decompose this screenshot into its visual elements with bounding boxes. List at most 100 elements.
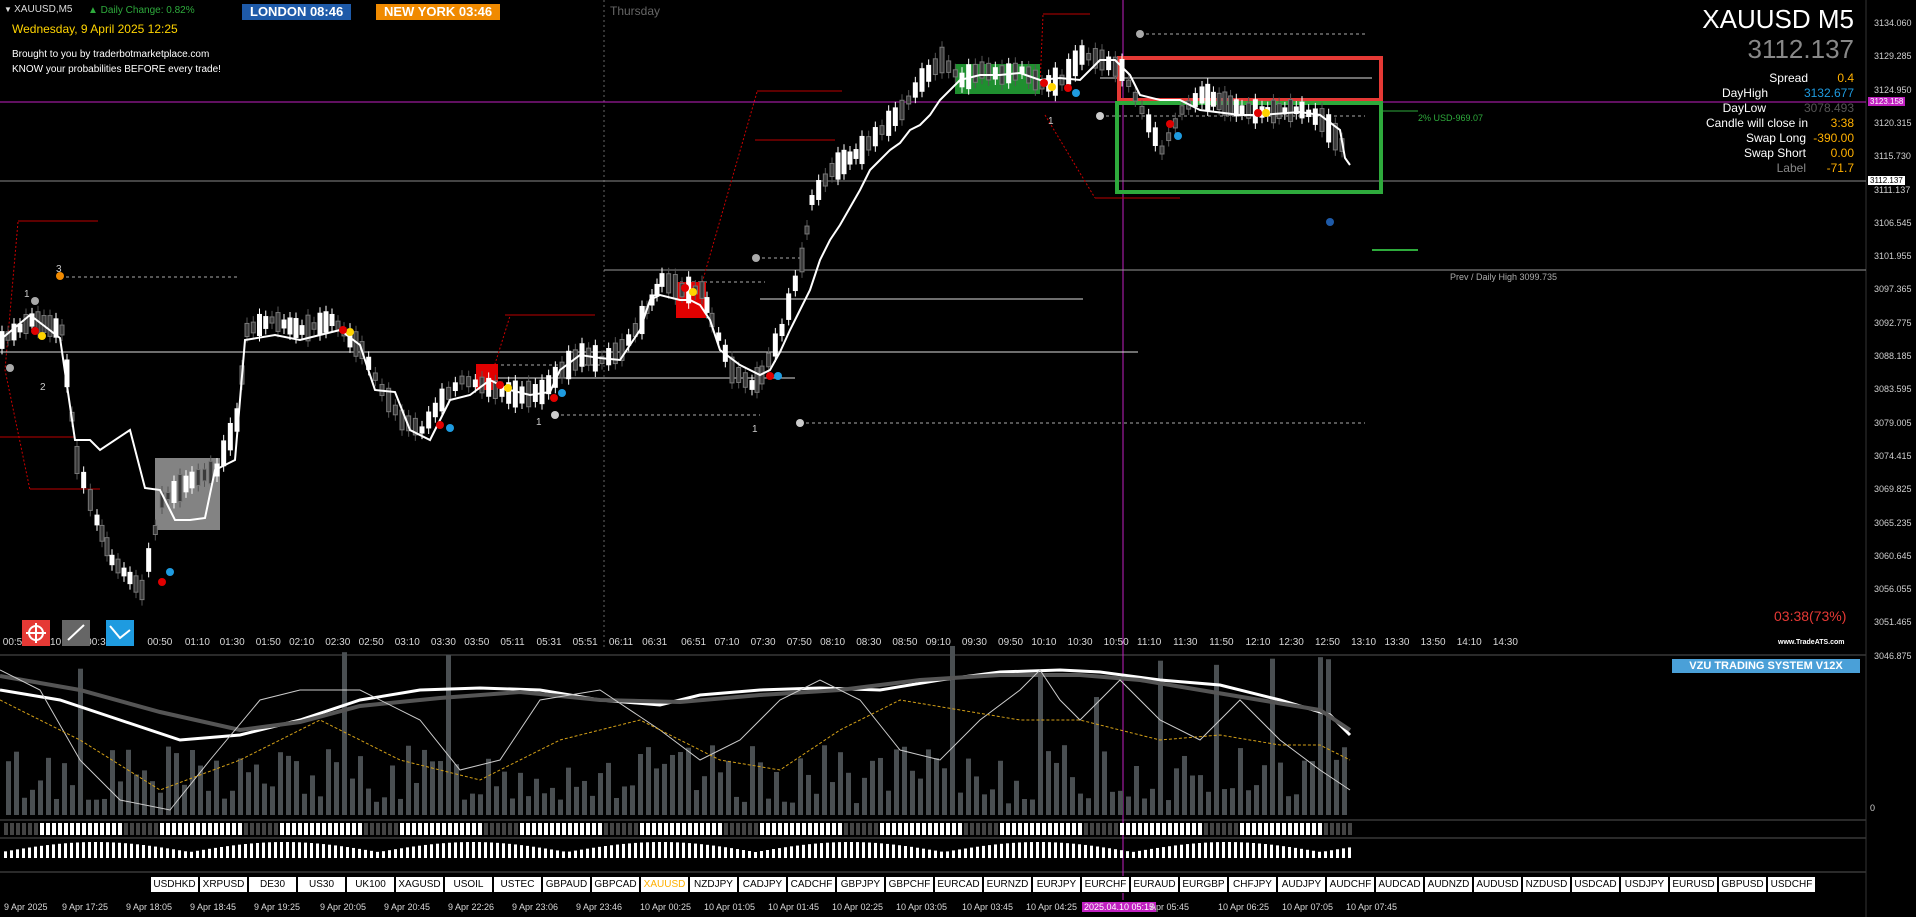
symbol-button-nzdjpy[interactable]: NZDJPY [689,876,738,893]
symbol-button-xrpusd[interactable]: XRPUSD [199,876,248,893]
symbol-button-ustec[interactable]: USTEC [493,876,542,893]
symbol-button-chfjpy[interactable]: CHFJPY [1228,876,1277,893]
symbol-button-xagusd[interactable]: XAGUSD [395,876,444,893]
candle-body [1132,91,1138,102]
time-axis-label: 00:50 [147,637,173,648]
symbol-button-nzdusd[interactable]: NZDUSD [1522,876,1571,893]
signal-strip-bar [892,823,896,835]
symbol-button-gbpcad[interactable]: GBPCAD [591,876,640,893]
histogram-bar [1262,765,1267,815]
trend-strip-bar [1342,848,1345,858]
bottom-time-label: 10 Apr 03:05 [896,902,948,912]
symbol-button-audchf[interactable]: AUDCHF [1326,876,1375,893]
histogram-bar [726,760,731,815]
signal-strip-bar [88,823,92,835]
main-chart[interactable]: 3 1 2 1 1 1 [0,0,1916,917]
histogram-bar [1310,761,1315,815]
histogram-bar [438,761,443,815]
trend-strip-bar [922,848,925,858]
trend-strip-bar [1060,842,1063,858]
watermark: www.TradeATS.com [1778,639,1845,646]
trend-strip-bar [502,843,505,858]
symbol-button-us30[interactable]: US30 [297,876,346,893]
candle-body [879,125,885,135]
symbol-button-uk100[interactable]: UK100 [346,876,395,893]
symbol-button-gbpaud[interactable]: GBPAUD [542,876,591,893]
histogram-bar [302,793,307,815]
signal-marker [436,421,444,429]
time-axis-label: 10:30 [1067,637,1093,648]
symbol-button-cadjpy[interactable]: CADJPY [738,876,787,893]
chart-menu-icon[interactable]: ▼ [4,5,14,14]
candle-body [59,324,65,336]
histogram-bar [814,793,819,815]
symbol-button-eurchf[interactable]: EURCHF [1081,876,1130,893]
signal-strip-bar [904,823,908,835]
time-axis-label: 12:10 [1245,637,1271,648]
trend-strip-bar [1270,844,1273,858]
trend-strip-bar [1294,847,1297,858]
symbol-button-eurjpy[interactable]: EURJPY [1032,876,1081,893]
histogram-bar [1006,803,1011,815]
signal-strip-bar [406,823,410,835]
trend-strip-bar [1228,842,1231,858]
time-axis-label: 09:30 [961,637,987,648]
crosshair-tool-icon[interactable] [22,620,50,646]
symbol-button-usdchf[interactable]: USDCHF [1767,876,1816,893]
daily-change: ▲ Daily Change: 0.82% [88,5,195,16]
symbol-button-eurgbp[interactable]: EURGBP [1179,876,1228,893]
signal-strip-bar [724,823,728,835]
candle-body [699,281,705,299]
candle-body [512,380,518,408]
symbol-button-eurcad[interactable]: EURCAD [934,876,983,893]
symbol-button-audjpy[interactable]: AUDJPY [1277,876,1326,893]
symbol-button-de30[interactable]: DE30 [248,876,297,893]
pencil-tool-icon[interactable] [62,620,90,646]
symbol-button-gbpjpy[interactable]: GBPJPY [836,876,885,893]
histogram-bar [1302,760,1307,815]
histogram-bar [798,758,803,815]
symbol-button-usdcad[interactable]: USDCAD [1571,876,1620,893]
trend-strip-bar [34,846,37,858]
symbol-button-audcad[interactable]: AUDCAD [1375,876,1424,893]
trend-strip-bar [1222,842,1225,858]
symbol-button-cadchf[interactable]: CADCHF [787,876,836,893]
time-axis-label: 14:30 [1492,637,1518,648]
symbol-button-audnzd[interactable]: AUDNZD [1424,876,1473,893]
trend-strip-bar [670,842,673,858]
trend-strip-bar [874,842,877,858]
symbol-button-audusd[interactable]: AUDUSD [1473,876,1522,893]
trend-strip-bar [1144,849,1147,858]
trend-strip-bar [490,842,493,858]
signal-strip-bar [142,823,146,835]
candle-body [1032,69,1038,91]
symbol-button-xauusd[interactable]: XAUUSD [640,876,689,893]
symbol-button-usoil[interactable]: USOIL [444,876,493,893]
trend-strip-bar [940,851,943,858]
trend-strip-bar [610,845,613,858]
candle-body [754,367,760,393]
histogram-bar [1118,790,1123,815]
trend-strip-bar [316,843,319,858]
trend-strip-bar [598,846,601,858]
candle-body [446,386,452,400]
signal-strip-bar [346,823,350,835]
symbol-button-usdhkd[interactable]: USDHKD [150,876,199,893]
session-london: LONDON 08:46 [242,4,352,20]
candle-body [1059,74,1065,86]
histogram-bar [30,789,35,815]
trend-strip-bar [454,842,457,858]
trend-tool-icon[interactable] [106,620,134,646]
signal-strip-bar [1084,823,1088,835]
trend-strip-bar [256,842,259,858]
symbol-button-gbpusd[interactable]: GBPUSD [1718,876,1767,893]
symbol-button-usdjpy[interactable]: USDJPY [1620,876,1669,893]
symbol-button-euraud[interactable]: EURAUD [1130,876,1179,893]
symbol-button-eurnzd[interactable]: EURNZD [983,876,1032,893]
trend-strip-bar [130,843,133,858]
symbol-button-gbpchf[interactable]: GBPCHF [885,876,934,893]
signal-strip-bar [106,823,110,835]
signal-marker [1136,30,1144,38]
bottom-time-label: 9 Apr 20:45 [384,902,431,912]
symbol-button-eurusd[interactable]: EURUSD [1669,876,1718,893]
